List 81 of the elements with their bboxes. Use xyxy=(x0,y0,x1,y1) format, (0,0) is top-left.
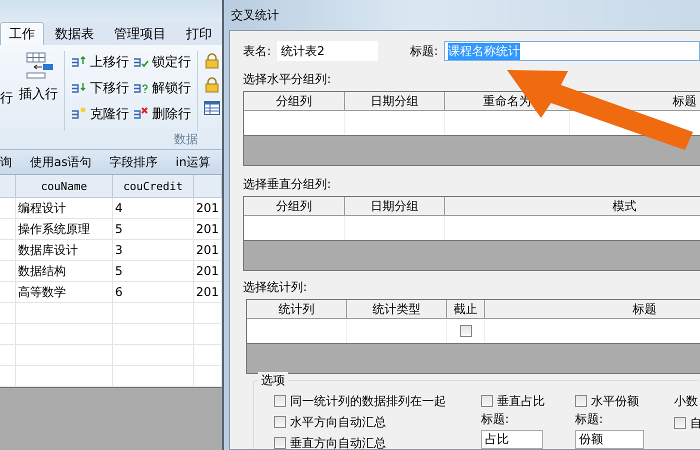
checkbox-label: 垂直方向自动汇总 xyxy=(290,434,386,449)
toolbar-button[interactable]: 字段排序 xyxy=(110,154,158,170)
table-cell: 5 xyxy=(113,219,194,240)
checkbox[interactable] xyxy=(575,395,587,407)
checkbox-label: 水平方向自动汇总 xyxy=(290,414,386,430)
checkbox[interactable] xyxy=(674,417,686,429)
cross-row-icon xyxy=(133,107,149,121)
row-header xyxy=(0,366,16,387)
column-header xyxy=(0,175,16,198)
column-header[interactable]: 模式 xyxy=(612,198,636,214)
checkbox-label: 水平份额 xyxy=(591,392,639,410)
table-cell: 4 xyxy=(113,198,194,219)
title-field[interactable]: 份额 xyxy=(575,430,644,449)
padlock-icon[interactable] xyxy=(204,53,220,69)
column-header[interactable]: couCredit xyxy=(113,175,194,198)
column-header[interactable]: 标题 xyxy=(672,92,696,110)
column-header[interactable]: 标题 xyxy=(632,300,656,318)
button-label[interactable]: 行 xyxy=(0,89,13,107)
row-button[interactable]: 删除行 xyxy=(133,103,191,125)
checkbox[interactable] xyxy=(481,395,493,407)
ribbon-tab[interactable]: 工作 xyxy=(0,22,44,45)
column-header[interactable]: 统计列 xyxy=(278,300,314,318)
row-header xyxy=(0,324,16,345)
row-header xyxy=(0,303,16,324)
table-icon[interactable] xyxy=(204,101,220,115)
column-header[interactable]: 统计类型 xyxy=(372,300,420,318)
toolbar-button[interactable]: 使用as语句 xyxy=(30,154,92,170)
checkbox[interactable] xyxy=(274,395,286,407)
ribbon-tab[interactable]: 数据表 xyxy=(46,22,103,45)
row-button[interactable]: 上移行 xyxy=(71,51,129,73)
table-cell: 高等数学 xyxy=(16,282,113,303)
row-header xyxy=(0,240,16,261)
table-cell: 3 xyxy=(113,240,194,261)
section-label: 小数 xyxy=(674,393,699,410)
checkbox-label: 垂直占比 xyxy=(497,392,545,410)
table-cell: 编程设计 xyxy=(16,198,113,219)
field-label: 标题: xyxy=(410,42,438,60)
section-label: 选择垂直分组列: xyxy=(243,176,332,193)
toolbar-button[interactable]: 询 xyxy=(0,154,12,170)
ribbon-tab[interactable]: 管理项目 xyxy=(105,22,175,45)
row-header xyxy=(0,345,16,366)
group-title: 选项 xyxy=(258,372,288,389)
field-label: 标题: xyxy=(575,411,604,428)
column-header[interactable]: 分组列 xyxy=(276,92,312,110)
table-cell: 数据结构 xyxy=(16,261,113,282)
checkbox[interactable] xyxy=(274,437,286,449)
insert-row-icon xyxy=(24,51,54,81)
row-button[interactable]: 克隆行 xyxy=(71,103,129,125)
dialog-title: 交叉统计 xyxy=(231,6,279,24)
row-header xyxy=(0,198,16,219)
column-header[interactable]: 分组列 xyxy=(276,198,312,214)
section-label: 选择水平分组列: xyxy=(243,71,332,88)
table-cell: 数据库设计 xyxy=(16,240,113,261)
insert-row-button[interactable]: 插入行 xyxy=(19,51,58,103)
checkbox[interactable] xyxy=(460,325,472,337)
checkbox-label: 自 xyxy=(690,414,700,432)
checkbox[interactable] xyxy=(274,416,286,428)
row-button[interactable]: 下移行 xyxy=(71,77,129,99)
group-label: 数据 xyxy=(174,132,198,146)
table-cell: 6 xyxy=(113,282,194,303)
table-cell: 操作系统原理 xyxy=(16,219,113,240)
field-label: 标题: xyxy=(481,411,510,428)
column-header[interactable]: 日期分组 xyxy=(370,198,418,214)
table-name-field[interactable]: 统计表2 xyxy=(277,41,378,61)
row-button[interactable]: 解锁行 xyxy=(133,77,191,99)
column-header[interactable]: 日期分组 xyxy=(370,92,418,110)
row-header xyxy=(0,282,16,303)
field-label: 表名: xyxy=(243,42,272,60)
section-label: 选择统计列: xyxy=(243,279,308,296)
ribbon-tab[interactable]: 打印 xyxy=(177,22,221,45)
title-field[interactable]: 占比 xyxy=(481,430,543,449)
toolbar-button[interactable]: in运算 xyxy=(176,154,211,170)
checkbox-label: 同一统计列的数据排列在一起 xyxy=(290,392,446,410)
column-header[interactable]: couName xyxy=(16,175,113,198)
table-cell: 5 xyxy=(113,261,194,282)
column-header[interactable]: 截止 xyxy=(454,300,478,318)
column-header xyxy=(194,175,222,198)
padlock-icon[interactable] xyxy=(204,77,220,93)
row-header xyxy=(0,219,16,240)
row-header xyxy=(0,261,16,282)
row-button[interactable]: 锁定行 xyxy=(133,51,191,73)
